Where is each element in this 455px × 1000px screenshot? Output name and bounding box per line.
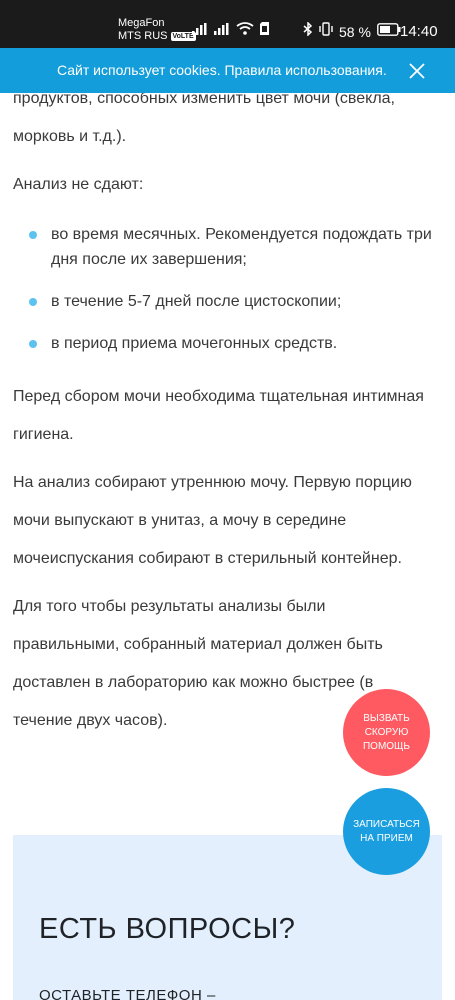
- clock: 14:40: [400, 23, 438, 40]
- not-taken-heading: Анализ не сдают:: [13, 176, 144, 193]
- call-ambulance-button[interactable]: ВЫЗВАТЬ СКОРУЮ ПОМОЩЬ: [343, 689, 430, 776]
- call-ambulance-label: ВЫЗВАТЬ СКОРУЮ ПОМОЩЬ: [362, 712, 410, 752]
- questions-subtitle: ОСТАВЬТЕ ТЕЛЕФОН –: [39, 987, 216, 1000]
- book-appointment-button[interactable]: ЗАПИСАТЬСЯ НА ПРИЕМ: [343, 788, 430, 875]
- article-content: продуктов, способных изменить цвет мочи …: [13, 80, 433, 750]
- vibrate-icon: [319, 22, 333, 41]
- carrier-network: MTS RUS: [118, 30, 168, 42]
- wifi-icon: [236, 22, 254, 40]
- list-item: в период приема мочегонных средств.: [13, 331, 433, 356]
- cookie-banner-text[interactable]: Сайт использует cookies. Правила использ…: [57, 62, 387, 78]
- close-icon[interactable]: [407, 61, 427, 81]
- carrier-info: MegaFon MTS RUS VoLTE: [118, 17, 196, 43]
- cookie-banner: Сайт использует cookies. Правила использ…: [0, 48, 455, 93]
- battery-percent: 58 %: [339, 23, 371, 40]
- questions-title: ЕСТЬ ВОПРОСЫ?: [39, 913, 296, 945]
- signal-icon: [192, 22, 208, 40]
- sim-icon: [260, 22, 269, 40]
- contraindication-list: во время месячных. Рекомендуется подожда…: [13, 222, 433, 356]
- battery-icon: [377, 22, 401, 41]
- list-item: во время месячных. Рекомендуется подожда…: [13, 222, 433, 272]
- paragraph-hygiene: Перед сбором мочи необходима тщательная …: [13, 388, 424, 443]
- bluetooth-icon: [303, 21, 313, 41]
- status-bar: MegaFon MTS RUS VoLTE 58 % 14:40: [0, 0, 455, 48]
- book-appointment-label: ЗАПИСАТЬСЯ НА ПРИЕМ: [353, 818, 420, 844]
- carrier-name: MegaFon: [118, 17, 165, 29]
- paragraph-morning: На анализ собирают утреннюю мочу. Первую…: [13, 474, 412, 567]
- signal-icon: [214, 22, 230, 40]
- list-item: в течение 5-7 дней после цистоскопии;: [13, 289, 433, 314]
